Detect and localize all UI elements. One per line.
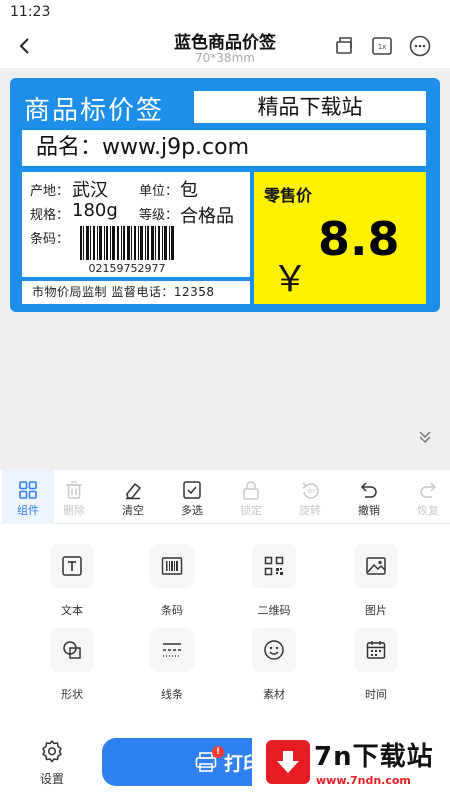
price-caption[interactable]: 零售价 — [264, 182, 312, 206]
swap-icon[interactable] — [332, 34, 356, 58]
settings-button[interactable]: 设置 — [26, 738, 78, 787]
tool-label: 锁定 — [240, 504, 262, 517]
label-product-name[interactable]: 品名：www.j9p.com — [22, 130, 426, 166]
eraser-icon — [126, 482, 142, 500]
tool-label: 旋转 — [299, 504, 321, 517]
origin-key: 产地： — [30, 184, 70, 199]
download-logo-icon — [266, 740, 310, 784]
barcode-key: 条码： — [30, 232, 70, 247]
grade-value[interactable]: 合格品 — [180, 202, 234, 228]
header: 蓝色商品价签 70*38mm 1x — [0, 26, 450, 68]
component-image[interactable]: 图片 — [346, 544, 406, 618]
collapse-chevron-icon[interactable] — [414, 426, 436, 448]
tool-clear[interactable]: 清空 — [107, 470, 159, 524]
watermark-url: www.7ndn.com — [316, 774, 411, 787]
tool-rotate[interactable]: 90° 旋转 — [284, 470, 336, 524]
component-label: 图片 — [365, 604, 387, 617]
rotate-icon: 90° — [302, 482, 319, 499]
watermark: 7n下载站 www.7ndn.com — [252, 732, 446, 796]
grid-icon — [19, 481, 37, 499]
trash-icon — [66, 481, 82, 499]
label-price-box[interactable]: 零售价 ￥ 8.8 — [254, 172, 426, 304]
component-label: 时间 — [365, 688, 387, 701]
tool-label: 恢复 — [417, 504, 439, 517]
component-label: 条码 — [161, 604, 183, 617]
status-time: 11:23 — [10, 4, 51, 20]
lock-icon — [243, 481, 259, 500]
component-label: 形状 — [61, 688, 83, 701]
component-shape[interactable]: 形状 — [42, 628, 102, 702]
settings-label: 设置 — [39, 772, 64, 786]
zoom-1x-icon[interactable]: 1x — [370, 34, 394, 58]
currency-symbol[interactable]: ￥ — [272, 250, 308, 302]
canvas-area[interactable]: 商品标价签 精品下载站 品名：www.j9p.com 产地： 武汉 单位： 包 … — [0, 68, 450, 470]
component-label: 素材 — [263, 688, 285, 701]
component-qrcode[interactable]: 二维码 — [244, 544, 304, 618]
status-bar: 11:23 — [0, 0, 450, 26]
tool-delete[interactable]: 删除 — [48, 470, 100, 524]
gear-icon — [42, 740, 62, 763]
unit-value[interactable]: 包 — [180, 176, 198, 202]
watermark-text: 7n下载站 — [314, 742, 434, 772]
label-site-name[interactable]: 精品下载站 — [194, 91, 426, 123]
unit-key: 单位： — [139, 184, 179, 199]
more-icon[interactable] — [408, 34, 432, 58]
grade-key: 等级： — [139, 208, 179, 223]
tool-components[interactable]: 组件 — [2, 470, 54, 524]
qrcode-icon — [264, 556, 284, 576]
origin-value[interactable]: 武汉 — [72, 176, 108, 202]
tool-label: 撤销 — [358, 504, 380, 517]
tool-label: 组件 — [17, 504, 39, 517]
lines-icon — [163, 643, 181, 657]
tool-redo[interactable]: 恢复 — [402, 470, 450, 524]
sticker-icon — [264, 640, 284, 660]
redo-icon — [420, 482, 437, 498]
component-barcode[interactable]: 条码 — [142, 544, 202, 618]
barcode-image[interactable] — [80, 226, 174, 260]
component-label: 二维码 — [257, 604, 291, 617]
svg-text:1x: 1x — [378, 43, 387, 51]
tool-label: 多选 — [181, 504, 203, 517]
barcode-number: 02159752977 — [88, 262, 166, 275]
shape-icon — [63, 641, 81, 659]
checkbox-icon — [183, 481, 201, 499]
component-label: 文本 — [61, 604, 83, 617]
spec-value[interactable]: 180g — [72, 200, 118, 221]
component-text[interactable]: 文本 — [42, 544, 102, 618]
label-heading[interactable]: 商品标价签 — [24, 90, 164, 127]
svg-text:90°: 90° — [308, 489, 317, 495]
image-icon — [366, 557, 386, 575]
print-alert-badge: ! — [212, 746, 224, 758]
edit-toolbar: 组件 删除 清空 多选 锁定 90° 旋转 撤销 恢复 — [0, 470, 450, 524]
component-sticker[interactable]: 素材 — [244, 628, 304, 702]
tool-label: 删除 — [63, 504, 85, 517]
tool-label: 清空 — [122, 504, 144, 517]
component-time[interactable]: 时间 — [346, 628, 406, 702]
undo-icon — [360, 482, 377, 498]
text-icon — [62, 556, 82, 576]
components-panel: 文本 条码 二维码 图片 形状 线条 素材 时间 — [0, 524, 450, 724]
price-value[interactable]: 8.8 — [318, 212, 400, 266]
component-lines[interactable]: 线条 — [142, 628, 202, 702]
label-info-box[interactable]: 产地： 武汉 单位： 包 规格： 180g 等级： 合格品 条码： 021597… — [22, 172, 250, 277]
label-footer[interactable]: 市物价局监制 监督电话：12358 — [22, 281, 250, 304]
tool-lock[interactable]: 锁定 — [225, 470, 277, 524]
tool-multiselect[interactable]: 多选 — [166, 470, 218, 524]
component-label: 线条 — [161, 688, 183, 701]
spec-key: 规格： — [30, 208, 70, 223]
barcode-icon — [161, 557, 183, 575]
calendar-icon — [366, 641, 386, 659]
price-label[interactable]: 商品标价签 精品下载站 品名：www.j9p.com 产地： 武汉 单位： 包 … — [10, 78, 440, 312]
tool-undo[interactable]: 撤销 — [343, 470, 395, 524]
